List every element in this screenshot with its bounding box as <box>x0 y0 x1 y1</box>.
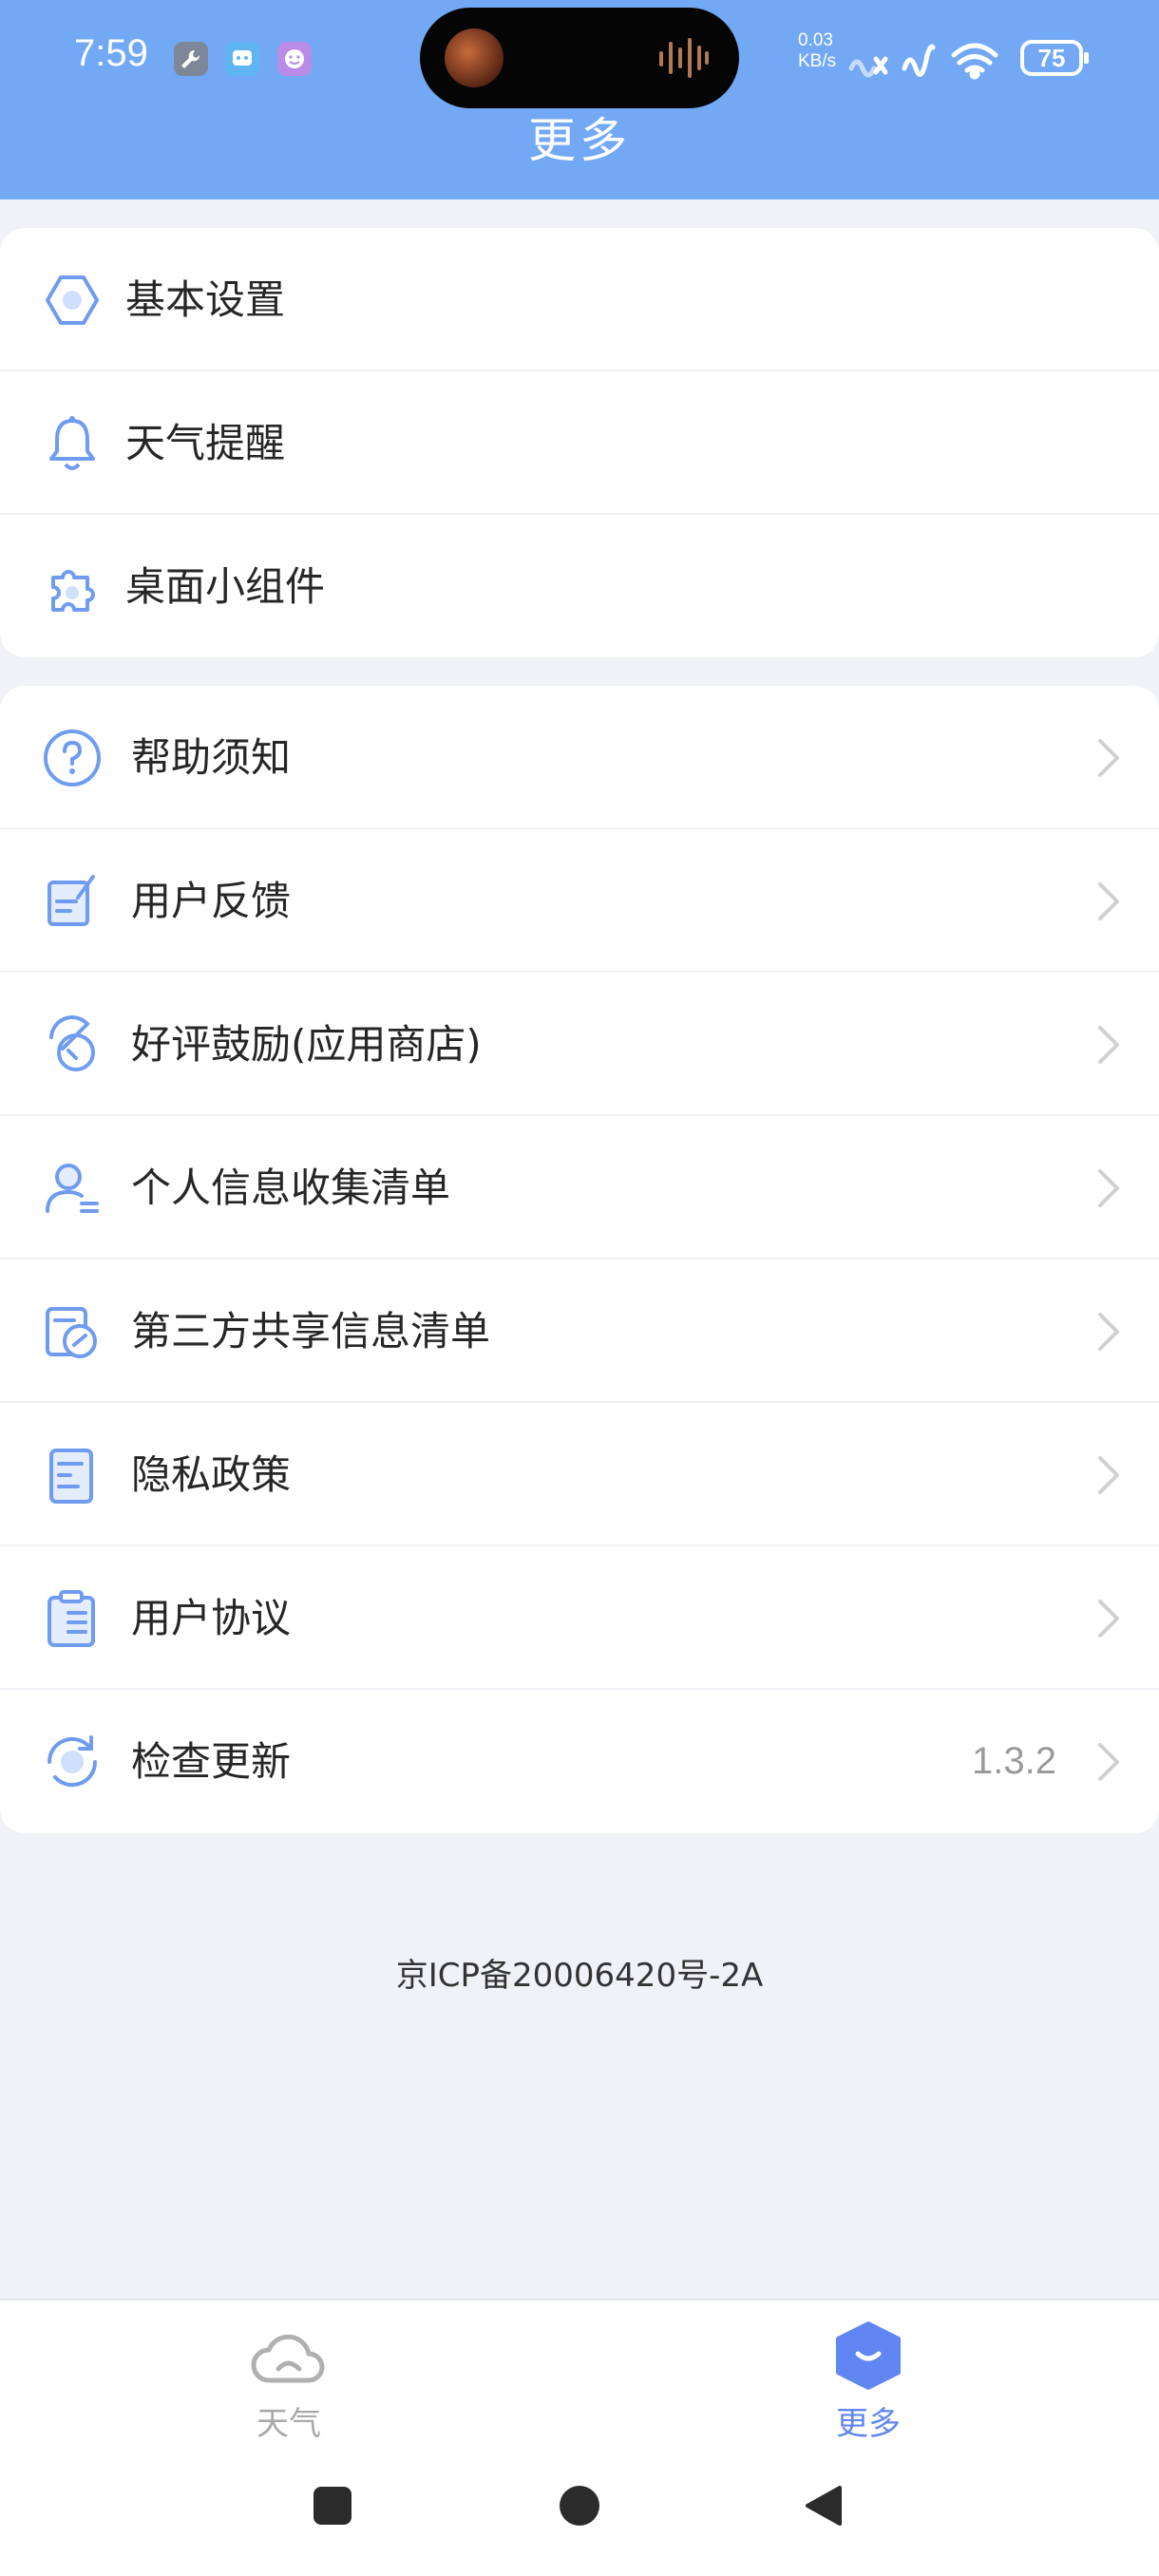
wrench-app-icon <box>174 42 208 76</box>
cloud-icon <box>251 2334 325 2383</box>
menu-item-label: 桌面小组件 <box>125 563 326 610</box>
status-bar: 7:59 0.03 KB/s 75 <box>0 0 1159 114</box>
menu-item-personal-info[interactable]: 个人信息收集清单 <box>0 1116 1159 1260</box>
share-link-icon <box>40 1299 104 1364</box>
privacy-document-icon <box>40 1443 104 1507</box>
bell-icon <box>40 411 104 476</box>
chevron-right-icon <box>1094 1598 1123 1639</box>
menu-item-label: 用户反馈 <box>131 878 292 924</box>
status-time: 7:59 <box>74 32 148 74</box>
chevron-right-icon <box>1094 1311 1123 1353</box>
menu-item-label: 个人信息收集清单 <box>131 1165 451 1211</box>
menu-item-rating[interactable]: 好评鼓励(应用商店) <box>0 973 1159 1116</box>
menu-item-basic-settings[interactable]: 基本设置 <box>0 228 1159 371</box>
menu-item-third-party-sharing[interactable]: 第三方共享信息清单 <box>0 1260 1159 1403</box>
tab-label: 天气 <box>256 2405 321 2443</box>
menu-item-label: 隐私政策 <box>131 1451 292 1498</box>
refresh-update-icon <box>40 1730 104 1794</box>
feedback-edit-icon <box>40 869 104 934</box>
puzzle-widget-icon <box>40 555 104 619</box>
dynamic-island-media[interactable] <box>420 8 739 108</box>
chevron-right-icon <box>1094 1741 1123 1783</box>
more-hexagon-icon <box>836 2321 901 2390</box>
net-speed-value: 0.03 <box>798 30 833 50</box>
menu-item-user-agreement[interactable]: 用户协议 <box>0 1546 1159 1690</box>
tab-more[interactable]: 更多 <box>773 2320 963 2462</box>
chat-app-icon <box>225 42 259 76</box>
info-card: 帮助须知 用户反馈 好评鼓励(应用商店) 个人信息收集清单 第三方共享信息清单 <box>0 686 1159 1833</box>
system-navigation-bar <box>0 2470 1159 2576</box>
app-header: 7:59 0.03 KB/s 75 更多 <box>0 0 1159 199</box>
tab-weather[interactable]: 天气 <box>194 2320 384 2462</box>
chevron-right-icon <box>1094 1454 1123 1496</box>
back-button[interactable] <box>804 2485 846 2527</box>
chevron-right-icon <box>1094 1167 1123 1209</box>
media-thumbnail <box>445 28 504 87</box>
net-speed-unit: KB/s <box>798 51 837 71</box>
menu-item-label: 好评鼓励(应用商店) <box>131 1021 482 1068</box>
network-speed: 0.03 KB/s <box>798 30 836 72</box>
chevron-right-icon <box>1094 1024 1123 1066</box>
audio-wave-icon <box>659 38 709 78</box>
agreement-clipboard-icon <box>40 1586 104 1651</box>
menu-item-label: 用户协议 <box>131 1595 292 1641</box>
help-question-icon <box>40 726 104 790</box>
menu-item-desktop-widget[interactable]: 桌面小组件 <box>0 515 1159 657</box>
icp-license[interactable]: 京ICP备20006420号-2A <box>0 1949 1159 1996</box>
menu-item-label: 检查更新 <box>131 1738 292 1785</box>
chevron-right-icon <box>1094 737 1123 779</box>
menu-item-help[interactable]: 帮助须知 <box>0 686 1159 829</box>
signal-2-icon <box>902 44 936 77</box>
menu-item-feedback[interactable]: 用户反馈 <box>0 829 1159 973</box>
menu-item-weather-reminder[interactable]: 天气提醒 <box>0 371 1159 515</box>
recents-button[interactable] <box>312 2485 353 2527</box>
tab-label: 更多 <box>836 2405 901 2443</box>
personal-info-icon <box>40 1156 104 1221</box>
menu-item-label: 第三方共享信息清单 <box>131 1308 491 1354</box>
settings-hexagon-icon <box>40 268 104 332</box>
rating-icon <box>40 1013 104 1077</box>
wifi-icon <box>969 68 980 80</box>
menu-item-label: 帮助须知 <box>131 734 292 781</box>
settings-card: 基本设置 天气提醒 桌面小组件 <box>0 228 1159 657</box>
app-version: 1.3.2 <box>972 1740 1056 1782</box>
menu-item-label: 基本设置 <box>125 276 286 323</box>
home-button[interactable] <box>559 2485 600 2527</box>
smile-app-icon <box>277 42 312 76</box>
page-title: 更多 <box>528 113 631 168</box>
battery-indicator: 75 <box>1020 40 1089 76</box>
menu-item-privacy-policy[interactable]: 隐私政策 <box>0 1403 1159 1546</box>
menu-item-check-update[interactable]: 检查更新 1.3.2 <box>0 1690 1159 1833</box>
chevron-right-icon <box>1094 881 1123 922</box>
menu-item-label: 天气提醒 <box>125 420 286 466</box>
signal-1-icon <box>848 59 877 78</box>
